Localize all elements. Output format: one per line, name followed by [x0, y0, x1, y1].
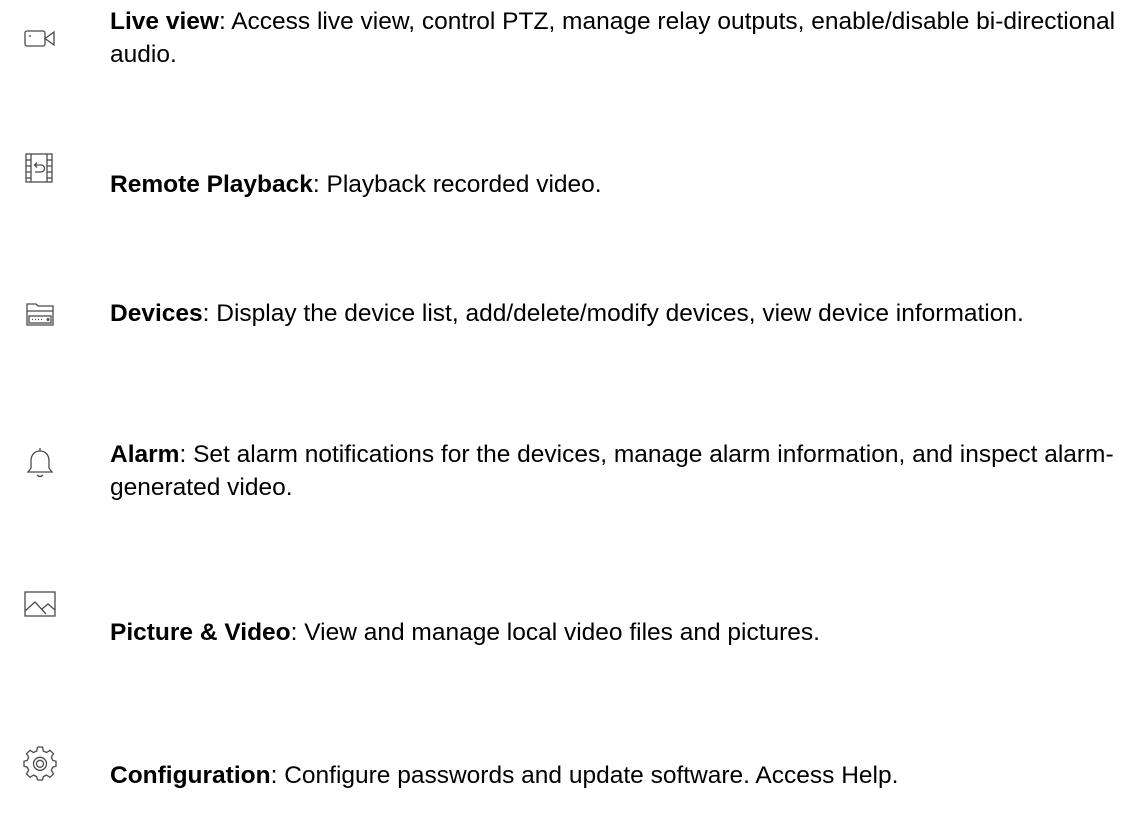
- feature-description: Alarm: Set alarm notifications for the d…: [110, 438, 1120, 504]
- feature-title: Configuration: [110, 762, 271, 789]
- feature-description: Remote Playback: Playback recorded video…: [110, 168, 1120, 201]
- feature-description: Configuration: Configure passwords and u…: [110, 759, 1120, 792]
- feature-title: Picture & Video: [110, 619, 291, 646]
- feature-text: : Configure passwords and update softwar…: [270, 762, 899, 789]
- feature-title: Devices: [110, 300, 203, 327]
- feature-text: : Set alarm notifications for the device…: [110, 441, 1114, 501]
- feature-title: Alarm: [110, 441, 180, 468]
- gear-icon: [22, 746, 58, 782]
- feature-description: Devices: Display the device list, add/de…: [110, 297, 1120, 330]
- feature-text: : Display the device list, add/delete/mo…: [202, 300, 1024, 327]
- feature-description: Live view: Access live view, control PTZ…: [110, 5, 1120, 71]
- bell-icon: [22, 445, 58, 481]
- feature-description: Picture & Video: View and manage local v…: [110, 616, 1120, 649]
- picture-icon: [22, 586, 58, 622]
- device-recorder-icon: [22, 295, 58, 331]
- feature-text: : Playback recorded video.: [312, 171, 602, 198]
- feature-title: Remote Playback: [110, 171, 313, 198]
- playback-film-icon: [22, 151, 58, 187]
- feature-text: : Access live view, control PTZ, manage …: [110, 8, 1116, 68]
- feature-text: : View and manage local video files and …: [290, 619, 820, 646]
- video-camera-icon: [22, 20, 58, 56]
- feature-title: Live view: [110, 8, 219, 35]
